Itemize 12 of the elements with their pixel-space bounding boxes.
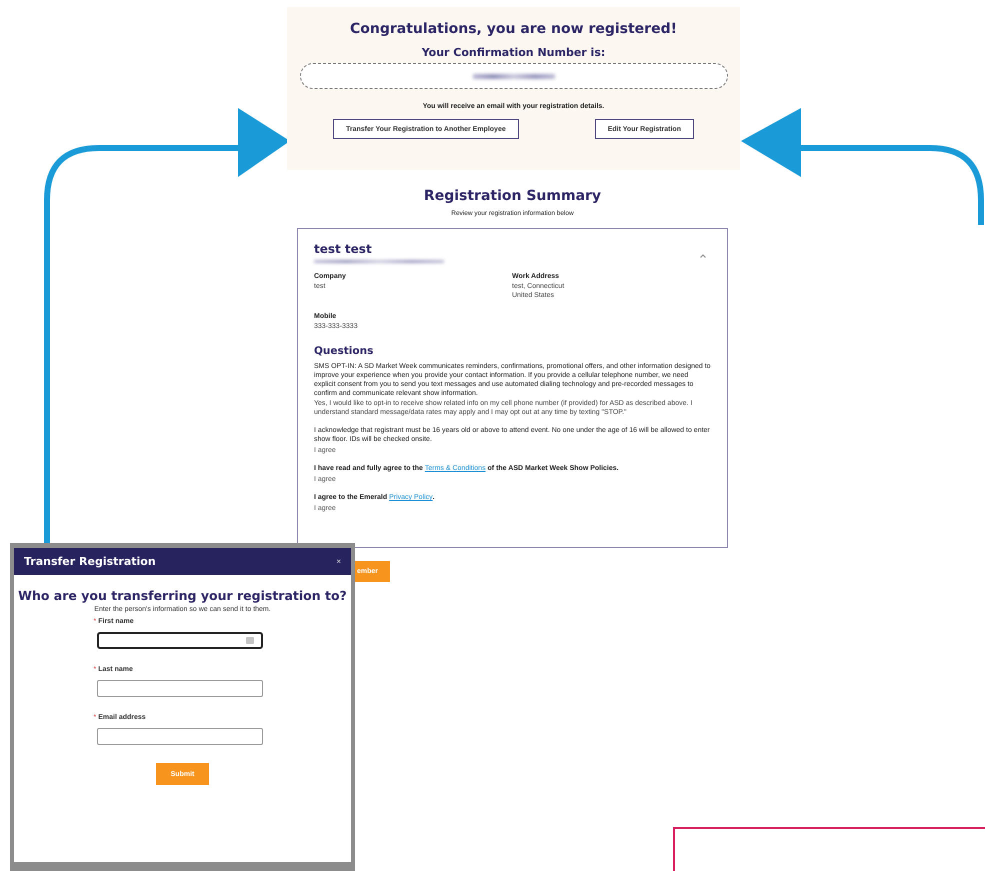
text-input[interactable]: [96, 632, 262, 649]
text-input[interactable]: [96, 728, 262, 745]
chevron-up-icon[interactable]: [700, 254, 706, 258]
modal-heading: Who are you transferring your registration to?: [18, 588, 347, 603]
confirmation-number-label: Your Confirmation Number is:: [422, 46, 606, 59]
summary-title: Registration Summary: [422, 188, 602, 204]
attendee-name: test test: [314, 242, 373, 256]
text-input[interactable]: [96, 680, 262, 697]
confirmation-title: Congratulations, you are now registered!: [350, 21, 677, 37]
modal-title: Transfer Registration: [24, 555, 156, 568]
autofill-icon[interactable]: [246, 637, 254, 644]
questions-heading: Questions: [314, 345, 374, 357]
